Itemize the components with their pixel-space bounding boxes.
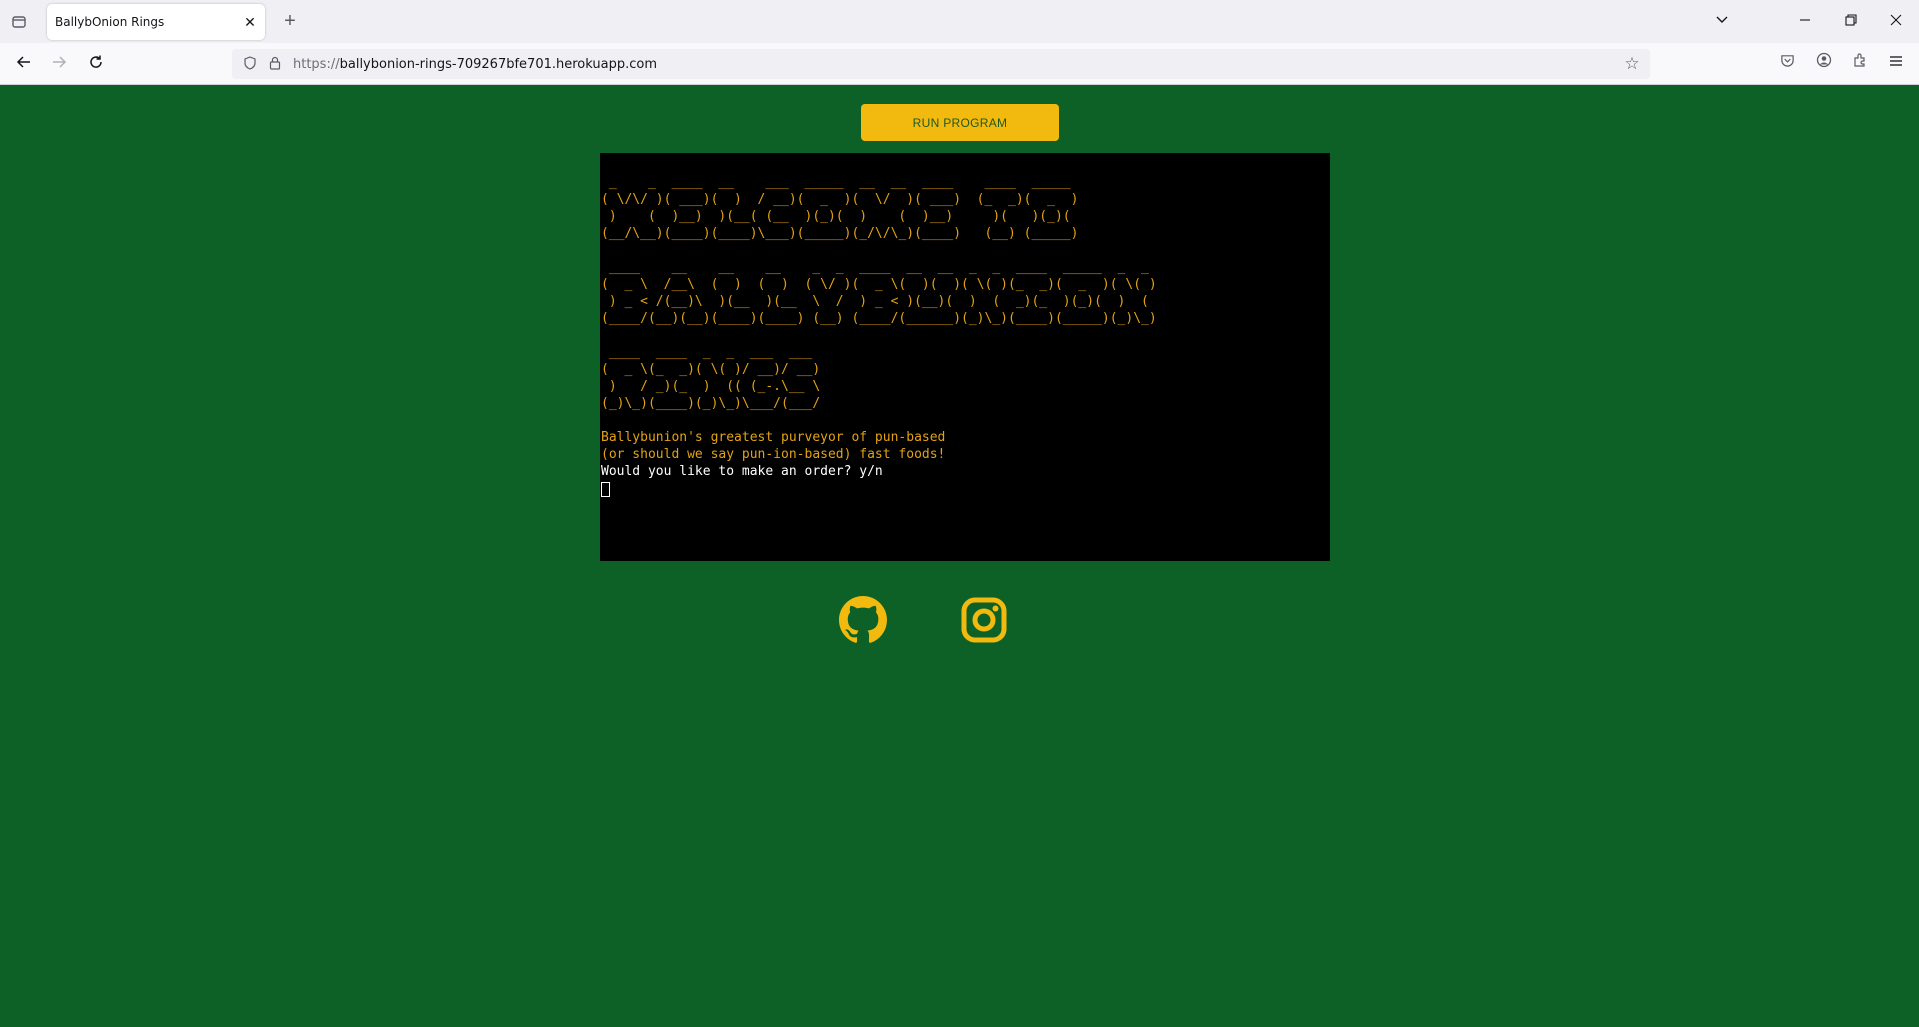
tagline-line-2: (or should we say pun-ion-based) fast fo… xyxy=(601,447,946,462)
tab-overflow-chevron-icon[interactable] xyxy=(1708,8,1736,34)
ascii-art-ballybunion: ____ __ __ __ _ _ ____ __ __ _ _ ____ __… xyxy=(601,260,1157,326)
ascii-art-welcome-to: _ _ ____ __ ___ _____ __ __ ____ ____ __… xyxy=(601,175,1079,241)
tab-list-icon[interactable] xyxy=(8,11,30,33)
reload-icon[interactable] xyxy=(83,51,109,77)
order-prompt: Would you like to make an order? y/n xyxy=(601,464,883,479)
pocket-icon[interactable] xyxy=(1775,52,1799,76)
new-tab-icon[interactable]: + xyxy=(279,10,301,32)
forward-icon[interactable] xyxy=(46,51,72,77)
url-bar[interactable]: https://ballybonion-rings-709267bfe701.h… xyxy=(232,49,1650,79)
url-host: ballybonion-rings-709267bfe701.herokuapp… xyxy=(339,57,657,72)
instagram-icon xyxy=(961,597,1007,648)
github-icon xyxy=(839,595,887,649)
close-window-icon[interactable] xyxy=(1882,8,1910,34)
run-program-button[interactable]: RUN PROGRAM xyxy=(861,104,1059,141)
close-tab-icon[interactable]: ✕ xyxy=(241,13,259,31)
account-icon[interactable] xyxy=(1812,52,1836,76)
back-icon[interactable] xyxy=(11,51,37,77)
bookmark-star-icon[interactable]: ☆ xyxy=(1622,54,1642,74)
extensions-icon[interactable] xyxy=(1848,52,1872,76)
menu-icon[interactable] xyxy=(1884,52,1908,76)
shield-icon[interactable] xyxy=(242,56,258,72)
url-scheme: https:// xyxy=(293,57,340,72)
url-text[interactable]: https://ballybonion-rings-709267bfe701.h… xyxy=(293,57,657,72)
lock-icon[interactable] xyxy=(267,56,283,72)
browser-tab[interactable]: BallybOnion Rings ✕ xyxy=(47,4,265,40)
tab-title: BallybOnion Rings xyxy=(55,15,165,29)
minimize-icon[interactable] xyxy=(1791,8,1819,34)
terminal-output: _ _ ____ __ ___ _____ __ __ ____ ____ __… xyxy=(601,157,1157,514)
restore-icon[interactable] xyxy=(1837,8,1865,34)
terminal-cursor[interactable] xyxy=(601,482,610,497)
instagram-link[interactable] xyxy=(958,596,1010,648)
github-link[interactable] xyxy=(837,595,889,649)
tagline-line-1: Ballybunion's greatest purveyor of pun-b… xyxy=(601,430,946,445)
terminal[interactable]: _ _ ____ __ ___ _____ __ __ ____ ____ __… xyxy=(600,153,1330,561)
ascii-art-rings: ____ ____ _ _ ___ ___ ( _ \(_ _)( \( )/ … xyxy=(601,345,821,411)
browser-tab-bar: BallybOnion Rings ✕ + xyxy=(0,0,1919,43)
browser-nav-bar: https://ballybonion-rings-709267bfe701.h… xyxy=(0,43,1919,85)
